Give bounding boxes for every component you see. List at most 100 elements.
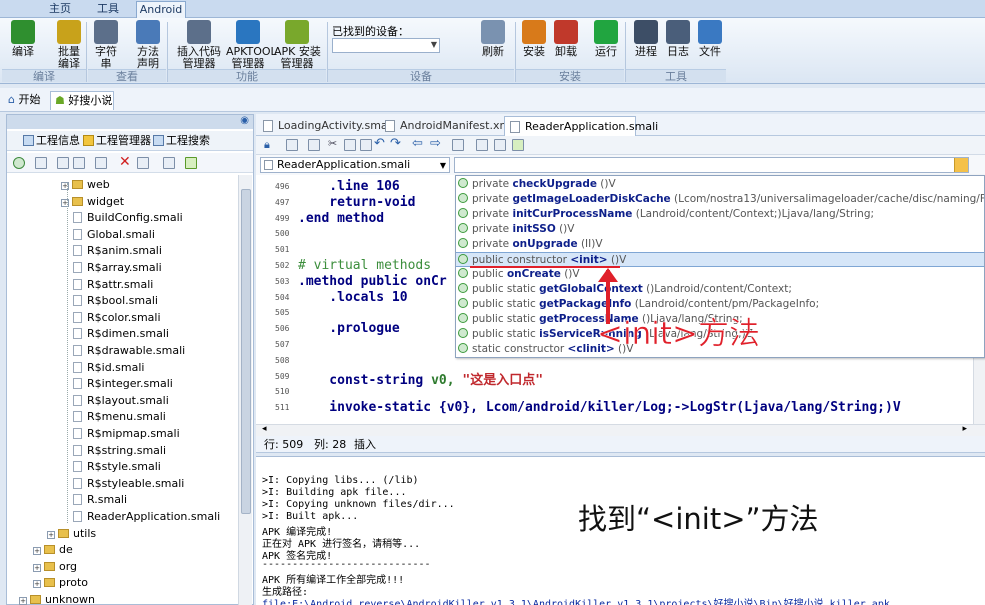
tree-file[interactable]: R$dimen.smali xyxy=(73,326,169,342)
ribbon-button-run[interactable]: 运行 xyxy=(592,20,620,58)
tree-file[interactable]: R$color.smali xyxy=(73,310,161,326)
ribbon-button-install[interactable]: 安装 xyxy=(520,20,548,58)
tree-file[interactable]: R$styleable.smali xyxy=(73,476,184,492)
back-icon[interactable]: ⇦ xyxy=(412,136,423,151)
eye-icon[interactable]: ◉ xyxy=(240,115,249,126)
ribbon-button-insert-code[interactable]: 插入代码 管理器 xyxy=(174,20,224,70)
method-list-item[interactable]: private onUpgrade (II)V xyxy=(456,237,984,252)
ribbon-button-refresh[interactable]: 刷新 xyxy=(478,20,508,58)
compile-icon xyxy=(11,20,35,44)
forward-icon[interactable]: ⇨ xyxy=(430,136,441,151)
tree-icon[interactable] xyxy=(512,139,524,151)
tree-folder[interactable]: + widget xyxy=(61,194,124,210)
method-list-item[interactable]: private checkUpgrade ()V xyxy=(456,177,984,192)
save-icon[interactable] xyxy=(286,139,298,151)
tree-scrollbar[interactable] xyxy=(238,175,252,605)
tab-project-manager[interactable]: 工程管理器 xyxy=(83,133,151,150)
scroll-left-icon[interactable]: ◂ xyxy=(262,424,267,434)
tree-file[interactable]: Global.smali xyxy=(73,227,155,243)
tree-file[interactable]: R$layout.smali xyxy=(73,393,169,409)
scroll-right-icon[interactable]: ▸ xyxy=(962,424,967,434)
expand-icon[interactable]: + xyxy=(33,563,41,572)
tree-file[interactable]: ReaderApplication.smali xyxy=(73,509,220,525)
class-select[interactable]: ReaderApplication.smali ▼ xyxy=(260,157,450,173)
tree-folder[interactable]: + utils xyxy=(47,526,96,542)
method-select[interactable] xyxy=(454,157,969,173)
list-icon[interactable] xyxy=(494,139,506,151)
tree-folder[interactable]: + unknown xyxy=(19,592,95,605)
cut-icon[interactable]: ✂ xyxy=(328,137,337,150)
expand-icon[interactable]: + xyxy=(33,547,41,556)
java-icon[interactable] xyxy=(476,139,488,151)
ribbon-button-compile[interactable]: 编译 xyxy=(6,20,40,58)
save-icon[interactable] xyxy=(35,157,47,169)
undo-icon[interactable]: ↶ xyxy=(374,136,385,151)
tree-file[interactable]: R$menu.smali xyxy=(73,409,166,425)
delete-icon[interactable]: ✕ xyxy=(119,154,131,170)
tab-android[interactable]: Android xyxy=(136,1,186,18)
tree-file[interactable]: R$integer.smali xyxy=(73,376,173,392)
bookmark-icon[interactable] xyxy=(95,157,107,169)
format-icon[interactable] xyxy=(452,139,464,151)
ribbon-button-file[interactable]: 文件 xyxy=(696,20,724,58)
tree-file[interactable]: R.smali xyxy=(73,492,127,508)
tree-folder[interactable]: + web xyxy=(61,177,110,193)
tab-project-search[interactable]: 工程搜索 xyxy=(153,133,210,150)
method-list-item[interactable]: public static getGlobalContext ()Landroi… xyxy=(456,282,984,297)
file-tab-reader-application[interactable]: ReaderApplication.smali xyxy=(504,116,658,136)
file-tab-manifest[interactable]: AndroidManifest.xml xyxy=(380,116,513,136)
paste-icon[interactable] xyxy=(344,139,356,151)
add-icon[interactable] xyxy=(185,157,197,169)
tree-file[interactable]: BuildConfig.smali xyxy=(73,210,183,226)
tab-home[interactable]: 主页 xyxy=(38,1,82,18)
tree-file[interactable]: R$bool.smali xyxy=(73,293,158,309)
expand-icon[interactable]: + xyxy=(19,597,27,605)
doc-icon[interactable] xyxy=(163,157,175,169)
page-tab-project[interactable]: ☗ 好搜小说 xyxy=(50,91,114,110)
tree-file[interactable]: R$anim.smali xyxy=(73,243,162,259)
method-list-item[interactable]: public constructor <init> ()V xyxy=(456,252,984,267)
link-icon[interactable] xyxy=(137,157,149,169)
refresh-icon[interactable] xyxy=(13,157,25,169)
device-select[interactable]: ▼ xyxy=(332,38,440,53)
file-tab-loading-activity[interactable]: LoadingActivity.smali xyxy=(258,116,394,136)
page-tab-start[interactable]: ⌂ 开始 xyxy=(4,91,48,110)
method-list-item[interactable]: private initCurProcessName (Landroid/con… xyxy=(456,207,984,222)
method-list-item[interactable]: public onCreate ()V xyxy=(456,267,984,282)
tree-file[interactable]: R$id.smali xyxy=(73,360,144,376)
tree-file[interactable]: R$array.smali xyxy=(73,260,162,276)
tree-file[interactable]: R$style.smali xyxy=(73,459,161,475)
ribbon-button-log[interactable]: 日志 xyxy=(664,20,692,58)
code-horizontal-scrollbar[interactable]: ◂ ▸ xyxy=(256,424,985,436)
method-list-item[interactable]: private getImageLoaderDiskCache (Lcom/no… xyxy=(456,192,984,207)
tree-file[interactable]: R$mipmap.smali xyxy=(73,426,180,442)
tree-file[interactable]: R$string.smali xyxy=(73,443,166,459)
tab-tools[interactable]: 工具 xyxy=(86,1,130,18)
ribbon-button-process[interactable]: 进程 xyxy=(632,20,660,58)
ribbon-button-string[interactable]: 字符 串 xyxy=(90,20,122,70)
expand-icon[interactable]: + xyxy=(47,530,55,539)
scrollbar-thumb[interactable] xyxy=(241,189,251,514)
window-icon[interactable] xyxy=(57,157,69,169)
tree-file[interactable]: R$attr.smali xyxy=(73,277,153,293)
ribbon-divider xyxy=(86,22,87,82)
method-icon xyxy=(458,254,468,264)
expand-icon[interactable]: + xyxy=(33,580,41,589)
tree-folder[interactable]: + proto xyxy=(33,575,88,591)
ribbon-button-apktool[interactable]: APKTOOL 管理器 xyxy=(226,20,277,70)
ribbon-button-uninstall[interactable]: 卸载 xyxy=(552,20,580,58)
tree-file[interactable]: R$drawable.smali xyxy=(73,343,185,359)
ribbon-button-method-decl[interactable]: 方法 声明 xyxy=(133,20,163,70)
ribbon-button-apk-install[interactable]: APK 安装 管理器 xyxy=(274,20,321,70)
copy-icon[interactable] xyxy=(308,139,320,151)
find-icon[interactable] xyxy=(73,157,85,169)
redo-icon[interactable]: ↷ xyxy=(390,136,401,151)
delete-icon[interactable] xyxy=(360,139,372,151)
tab-project-info[interactable]: 工程信息 xyxy=(23,133,80,150)
tree-folder[interactable]: + de xyxy=(33,542,73,558)
method-list-item[interactable]: private initSSO ()V xyxy=(456,222,984,237)
chevron-down-icon[interactable] xyxy=(954,158,968,172)
lock-icon[interactable]: 🔒︎ xyxy=(264,138,270,152)
tree-folder[interactable]: + org xyxy=(33,559,77,575)
ribbon-button-batch-compile[interactable]: 批量 编译 xyxy=(52,20,86,70)
